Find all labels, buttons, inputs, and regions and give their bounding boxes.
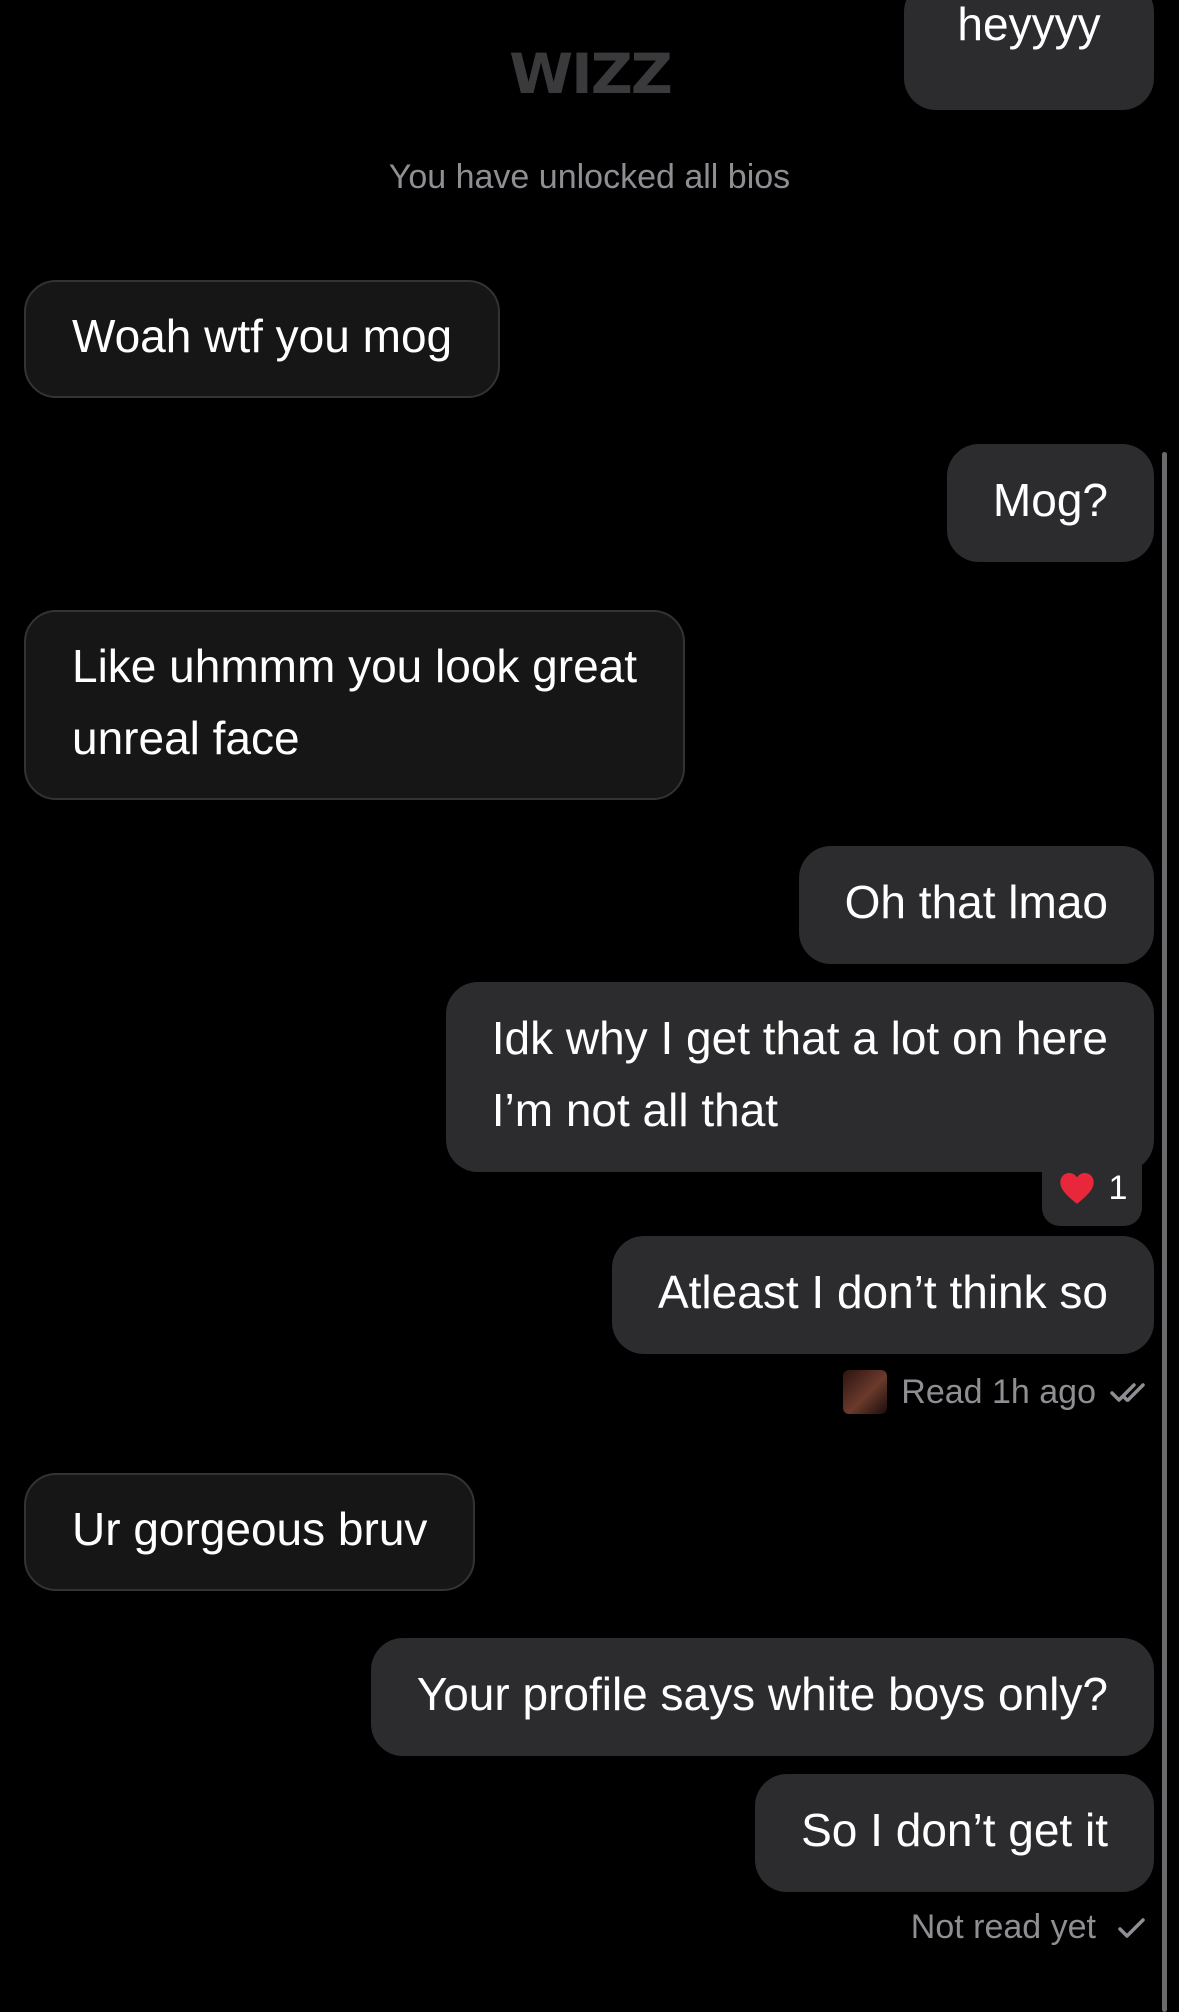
message-text: Oh that lmao bbox=[844, 876, 1108, 928]
message-bubble-incoming[interactable]: Like uhmmm you look great unreal face bbox=[24, 610, 686, 800]
scrollbar[interactable] bbox=[1162, 452, 1167, 2012]
message-text: Woah wtf you mog bbox=[72, 310, 453, 362]
message-text: heyyyy bbox=[957, 0, 1101, 50]
message-reaction[interactable]: 1 bbox=[1042, 1150, 1142, 1226]
message-bubble-outgoing[interactable]: Idk why I get that a lot on here I’m not… bbox=[445, 982, 1154, 1172]
app-logo: WIZZ bbox=[509, 41, 673, 107]
message-bubble-incoming[interactable]: Ur gorgeous bruv bbox=[24, 1473, 476, 1591]
message-bubble-outgoing[interactable]: heyyyy bbox=[904, 0, 1154, 110]
message-text: Ur gorgeous bruv bbox=[72, 1503, 428, 1555]
message-text: Mog? bbox=[992, 474, 1108, 526]
message-bubble-outgoing[interactable]: Oh that lmao bbox=[798, 846, 1154, 964]
system-message: You have unlocked all bios bbox=[388, 158, 791, 196]
message-bubble-outgoing[interactable]: Mog? bbox=[946, 444, 1154, 562]
message-text-line: unreal face bbox=[72, 712, 300, 764]
avatar bbox=[843, 1370, 888, 1414]
message-bubble-incoming[interactable]: Woah wtf you mog bbox=[24, 280, 501, 398]
read-receipt-text: Read 1h ago bbox=[901, 1372, 1096, 1411]
reaction-count: 1 bbox=[1108, 1168, 1128, 1207]
message-text: So I don’t get it bbox=[801, 1804, 1108, 1856]
delivery-status-text: Not read yet bbox=[910, 1908, 1096, 1946]
message-text-line: Idk why I get that a lot on here bbox=[491, 1012, 1108, 1064]
read-receipt: Read 1h ago bbox=[843, 1370, 1154, 1414]
message-bubble-outgoing[interactable]: So I don’t get it bbox=[755, 1774, 1154, 1892]
message-text-line: Like uhmmm you look great bbox=[72, 640, 638, 692]
check-icon bbox=[1118, 1917, 1145, 1938]
message-text: Atleast I don’t think so bbox=[657, 1266, 1108, 1318]
message-text: Your profile says white boys only? bbox=[416, 1668, 1108, 1720]
message-bubble-outgoing[interactable]: Your profile says white boys only? bbox=[370, 1638, 1154, 1756]
heart-icon bbox=[1059, 1173, 1094, 1204]
message-bubble-outgoing[interactable]: Atleast I don’t think so bbox=[611, 1236, 1154, 1354]
double-check-icon bbox=[1110, 1383, 1145, 1402]
message-text-line: I’m not all that bbox=[491, 1084, 779, 1136]
delivery-status: Not read yet bbox=[911, 1908, 1154, 1947]
